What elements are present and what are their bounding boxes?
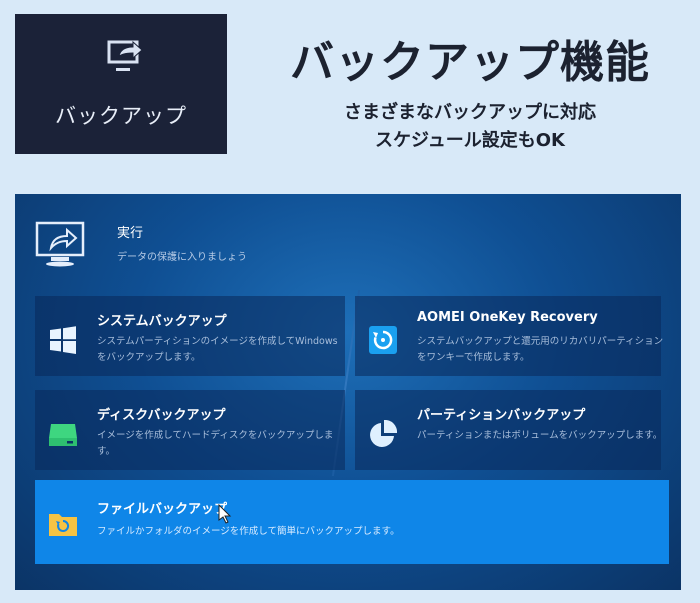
- mouse-cursor-icon: [218, 504, 232, 524]
- onekey-recovery-desc: システムバックアップと還元用のリカバリパーティションをワンキーで作成します。: [417, 336, 664, 363]
- monitor-share-icon: [107, 40, 143, 71]
- windows-icon: [50, 326, 76, 354]
- system-backup-desc: システムパーティションのイメージを作成してWindowsをバックアップします。: [97, 336, 338, 363]
- onekey-recovery-card[interactable]: AOMEI OneKey Recovery システムバックアップと還元用のリカバ…: [355, 296, 663, 376]
- backup-tile[interactable]: バックアップ: [15, 14, 227, 154]
- disk-backup-title: ディスクバックアップ: [97, 408, 226, 423]
- backup-tile-label: バックアップ: [55, 104, 187, 128]
- disk-backup-card[interactable]: ディスクバックアップ イメージを作成してハードディスクをバックアップします。: [35, 390, 345, 470]
- execute-desc: データの保護に入りましょう: [117, 252, 247, 263]
- onekey-recovery-title: AOMEI OneKey Recovery: [417, 310, 598, 325]
- disk-icon: [49, 424, 77, 446]
- partition-backup-desc: パーティションまたはボリュームをバックアップします。: [417, 430, 663, 441]
- file-backup-desc: ファイルかフォルダのイメージを作成して簡単にバックアップします。: [97, 526, 400, 537]
- execute-title: 実行: [117, 226, 144, 241]
- system-backup-card[interactable]: システムバックアップ システムパーティションのイメージを作成してWindowsを…: [35, 296, 345, 376]
- monitor-share-icon: [35, 221, 85, 267]
- system-backup-title: システムバックアップ: [97, 314, 227, 329]
- file-backup-title: ファイルバックアップ: [97, 502, 228, 517]
- page-title: バックアップ機能: [290, 37, 650, 88]
- backup-panel: 実行 データの保護に入りましょう システムバックアップ システムパーティションの…: [15, 194, 681, 590]
- execute-section: 実行 データの保護に入りましょう: [35, 220, 335, 267]
- partition-backup-card[interactable]: パーティションバックアップ パーティションまたはボリュームをバックアップします。: [355, 390, 662, 470]
- partition-backup-title: パーティションバックアップ: [417, 408, 586, 423]
- subtitle-line-1: さまざまなバックアップに対応: [344, 102, 596, 123]
- pie-icon: [370, 420, 397, 447]
- file-backup-card[interactable]: ファイルバックアップ ファイルかフォルダのイメージを作成して簡単にバックアップし…: [35, 480, 669, 564]
- restore-icon: [369, 326, 397, 354]
- disk-backup-desc: イメージを作成してハードディスクをバックアップします。: [97, 430, 334, 457]
- folder-sync-icon: [49, 514, 77, 536]
- subtitle-line-2: スケジュール設定もOK: [375, 130, 565, 151]
